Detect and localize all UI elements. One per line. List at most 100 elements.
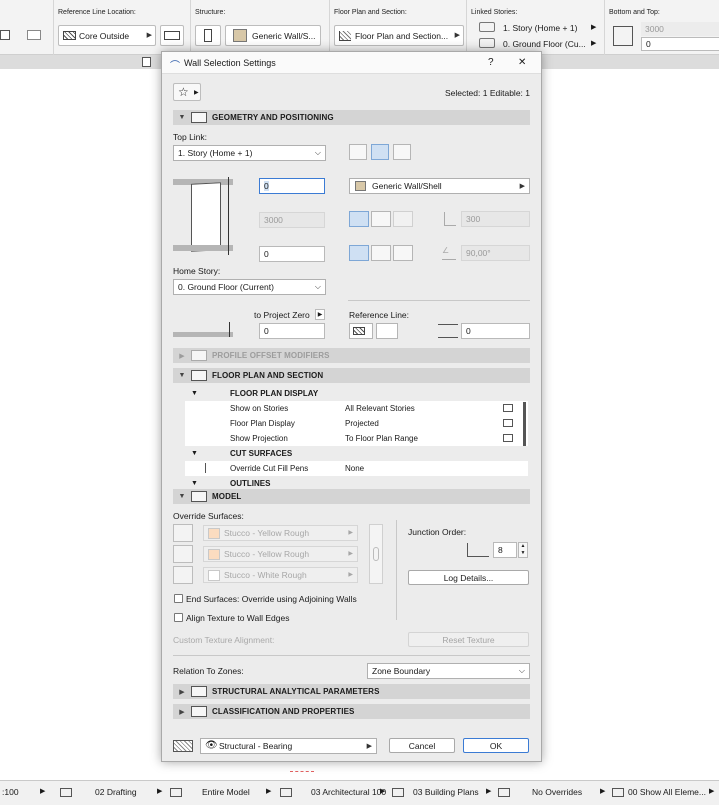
wall-tool-icon[interactable] <box>0 27 16 43</box>
wall-slant-left-icon[interactable] <box>349 144 367 160</box>
thickness-field[interactable]: 300 <box>461 211 530 227</box>
junction-order-value: 8 <box>498 545 503 555</box>
wall-straight-icon[interactable] <box>371 144 389 160</box>
table-row[interactable]: Floor Plan Display Projected <box>185 416 528 431</box>
outside-face-cube-icon[interactable] <box>173 524 193 542</box>
reference-line-location-dropdown[interactable]: Core Outside ▶ <box>58 25 156 46</box>
building-plans-value[interactable]: 03 Building Plans <box>413 787 479 797</box>
junction-order-field[interactable]: 8 <box>493 542 517 558</box>
model-section-header[interactable]: ▼ MODEL <box>173 489 530 504</box>
floor-plan-section-button[interactable]: Floor Plan and Section... ▶ <box>334 25 464 46</box>
group-floor-plan-display[interactable]: ▼ FLOOR PLAN DISPLAY <box>185 386 528 401</box>
bottom-height-field[interactable]: 0 <box>641 37 719 51</box>
surface-row-outside: Stucco - Yellow Rough ▶ <box>173 524 358 542</box>
overrides-value[interactable]: No Overrides <box>532 787 582 797</box>
reference-line-offset-button[interactable] <box>376 323 398 339</box>
chevron-right-icon[interactable]: ▶ <box>40 787 45 795</box>
structure-dropdown[interactable]: Generic Wall/S... <box>225 25 321 46</box>
to-project-zero-value: 0 <box>264 326 269 336</box>
eye-icon: 👁 <box>205 740 218 751</box>
group-outlines[interactable]: ▼ OUTLINES <box>185 476 528 487</box>
end-surfaces-checkbox[interactable] <box>174 594 183 603</box>
align-texture-checkbox[interactable] <box>174 613 183 622</box>
to-project-zero-field[interactable]: 0 <box>259 323 325 339</box>
cancel-button[interactable]: Cancel <box>389 738 455 753</box>
linked-stories-bottom[interactable]: 0. Ground Floor (Cu... <box>503 39 586 49</box>
linked-stories-top[interactable]: 1. Story (Home + 1) <box>503 23 577 33</box>
wall-double-slanted-icon[interactable] <box>393 245 413 261</box>
structure-type-button[interactable] <box>195 25 221 46</box>
chain-link-button[interactable] <box>369 524 383 584</box>
chevron-right-icon[interactable]: ▶ <box>709 787 714 795</box>
wall-vertical-icon[interactable] <box>349 245 369 261</box>
surface-dropdown[interactable]: Stucco - White Rough ▶ <box>203 567 358 583</box>
entire-model-value[interactable]: Entire Model <box>202 787 250 797</box>
floor-plan-section-header[interactable]: ▼ FLOOR PLAN AND SECTION <box>173 368 530 383</box>
top-height-field[interactable]: 3000 <box>641 22 719 36</box>
dialog-titlebar[interactable]: ⌒ Wall Selection Settings ? ✕ <box>162 52 541 74</box>
reset-texture-button[interactable]: Reset Texture <box>408 632 529 647</box>
inside-face-cube-icon[interactable] <box>173 566 193 584</box>
chevron-right-icon[interactable]: ▶ <box>266 787 271 795</box>
chevron-right-icon[interactable]: ▶ <box>380 787 385 795</box>
projection-range-icon <box>503 434 513 442</box>
drafting-value[interactable]: 02 Drafting <box>95 787 137 797</box>
architectural-value[interactable]: 03 Architectural 100 <box>311 787 386 797</box>
view-toggle-icon[interactable] <box>142 57 151 67</box>
profile-offset-icon <box>191 350 207 361</box>
table-row[interactable]: Show on Stories All Relevant Stories <box>185 401 528 416</box>
basic-structure-icon[interactable] <box>349 211 369 227</box>
structural-analytical-section-header[interactable]: ▶ STRUCTURAL ANALYTICAL PARAMETERS <box>173 684 530 699</box>
wall-height-field[interactable]: 3000 <box>259 212 325 228</box>
classification-icon <box>191 706 207 717</box>
linked-stories-section: Linked Stories: 1. Story (Home + 1) ▶ 0.… <box>466 0 604 55</box>
angle-field[interactable]: 90,00° <box>461 245 530 261</box>
surface-dropdown[interactable]: Stucco - Yellow Rough ▶ <box>203 546 358 562</box>
chevron-right-icon[interactable]: ▶ <box>591 23 596 31</box>
favorites-button[interactable]: ☆ ▶ <box>173 83 201 101</box>
resize-marker <box>290 771 314 774</box>
composite-structure-icon[interactable] <box>371 211 391 227</box>
relation-to-zones-dropdown[interactable]: Zone Boundary ⌵ <box>367 663 530 679</box>
wall-top-offset-field[interactable]: 0 <box>259 178 325 194</box>
layer-dropdown[interactable]: 👁 Structural - Bearing ▶ <box>200 738 377 754</box>
top-link-dropdown[interactable]: 1. Story (Home + 1) ⌵ <box>173 145 326 161</box>
scale-value[interactable]: :100 <box>2 787 19 797</box>
profile-structure-icon[interactable] <box>393 211 413 227</box>
home-story-dropdown[interactable]: 0. Ground Floor (Current) ⌵ <box>173 279 326 295</box>
junction-order-stepper[interactable]: ▲ ▼ <box>518 542 528 558</box>
structure-dropdown[interactable]: Generic Wall/Shell ▶ <box>349 178 530 194</box>
profile-offset-section-header[interactable]: ▶ PROFILE OFFSET MODIFIERS <box>173 348 530 363</box>
surface-dropdown[interactable]: Stucco - Yellow Rough ▶ <box>203 525 358 541</box>
log-details-button[interactable]: Log Details... <box>408 570 529 585</box>
show-all-value[interactable]: 00 Show All Eleme... <box>628 787 706 797</box>
edge-face-cube-icon[interactable] <box>173 545 193 563</box>
chevron-right-icon[interactable]: ▶ <box>157 787 162 795</box>
floor-plan-section-section: Floor Plan and Section: Floor Plan and S… <box>329 0 466 55</box>
ok-button[interactable]: OK <box>463 738 529 753</box>
end-surfaces-label: End Surfaces: Override using Adjoining W… <box>186 594 357 604</box>
reference-line-location-button[interactable] <box>349 323 373 339</box>
classification-section-header[interactable]: ▶ CLASSIFICATION AND PROPERTIES <box>173 704 530 719</box>
table-scrollbar[interactable] <box>523 402 526 446</box>
wall-slanted-icon[interactable] <box>371 245 391 261</box>
wall-slant-right-icon[interactable] <box>393 144 411 160</box>
geometry-section-header[interactable]: ▼ GEOMETRY AND POSITIONING <box>173 110 530 125</box>
bottom-offset-field[interactable]: 0 <box>259 246 325 262</box>
chevron-right-icon[interactable]: ▶ <box>486 787 491 795</box>
wall-section-preview <box>173 177 235 255</box>
chevron-right-icon[interactable]: ▶ <box>591 39 596 47</box>
row-value: To Floor Plan Range <box>345 434 418 443</box>
table-row[interactable]: Show Projection To Floor Plan Range <box>185 431 528 446</box>
divider <box>173 655 530 656</box>
group-cut-surfaces[interactable]: ▼ CUT SURFACES <box>185 446 528 461</box>
selected-info: Selected: 1 Editable: 1 <box>444 88 530 98</box>
chevron-right-icon[interactable]: ▶ <box>600 787 605 795</box>
wall-3d-icon[interactable] <box>24 27 46 43</box>
table-row[interactable]: Override Cut Fill Pens None <box>185 461 528 476</box>
close-button[interactable]: ✕ <box>518 57 526 68</box>
project-zero-menu-button[interactable]: ▶ <box>315 309 325 320</box>
reference-line-offset-button[interactable] <box>160 25 184 46</box>
reference-offset-field[interactable]: 0 <box>461 323 530 339</box>
help-button[interactable]: ? <box>488 57 494 68</box>
